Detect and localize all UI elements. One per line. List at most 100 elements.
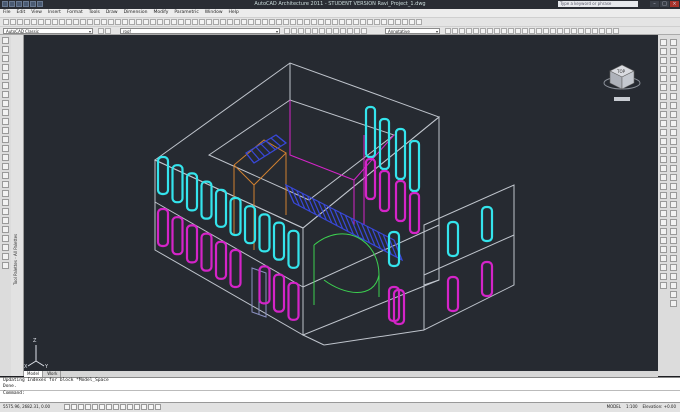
standard-tool-icon[interactable] (122, 19, 128, 25)
standard-tool-icon[interactable] (255, 19, 261, 25)
style-tool-icon[interactable] (550, 28, 556, 34)
standard-tool-icon[interactable] (213, 19, 219, 25)
draw-tool-icon[interactable] (2, 181, 9, 188)
draw-tool-icon[interactable] (2, 100, 9, 107)
style-tool-icon[interactable] (578, 28, 584, 34)
standard-tool-icon[interactable] (325, 19, 331, 25)
standard-tool-icon[interactable] (297, 19, 303, 25)
style-tool-icon[interactable] (599, 28, 605, 34)
view-tool-icon[interactable] (670, 138, 677, 145)
standard-tool-icon[interactable] (66, 19, 72, 25)
workspace-tool-icon[interactable] (105, 28, 111, 34)
standard-tool-icon[interactable] (87, 19, 93, 25)
view-tool-icon[interactable] (670, 264, 677, 271)
style-tool-icon[interactable] (606, 28, 612, 34)
draw-tool-icon[interactable] (2, 109, 9, 116)
layer-tool-icon[interactable] (354, 28, 360, 34)
draw-tool-icon[interactable] (2, 262, 9, 269)
layer-tool-icon[interactable] (305, 28, 311, 34)
draw-tool-icon[interactable] (2, 154, 9, 161)
style-tool-icon[interactable] (452, 28, 458, 34)
standard-tool-icon[interactable] (220, 19, 226, 25)
style-tool-icon[interactable] (536, 28, 542, 34)
view-tool-icon[interactable] (670, 111, 677, 118)
standard-tool-icon[interactable] (52, 19, 58, 25)
style-tool-icon[interactable] (592, 28, 598, 34)
drafting-setting-tool-icon[interactable] (64, 404, 70, 410)
command-input[interactable]: Command: (0, 390, 680, 397)
modify-tool-icon[interactable] (660, 174, 667, 181)
standard-tool-icon[interactable] (157, 19, 163, 25)
draw-tool-icon[interactable] (2, 199, 9, 206)
draw-tool-icon[interactable] (2, 136, 9, 143)
view-tool-icon[interactable] (670, 291, 677, 298)
standard-tool-icon[interactable] (31, 19, 37, 25)
layer-tool-icon[interactable] (291, 28, 297, 34)
menu-parametric[interactable]: Parametric (171, 9, 201, 17)
modify-tool-icon[interactable] (660, 57, 667, 64)
style-tool-icon[interactable] (466, 28, 472, 34)
drafting-setting-tool-icon[interactable] (141, 404, 147, 410)
draw-tool-icon[interactable] (2, 172, 9, 179)
menu-draw[interactable]: Draw (103, 9, 121, 17)
view-tool-icon[interactable] (670, 192, 677, 199)
modify-tool-icon[interactable] (660, 237, 667, 244)
standard-tool-icon[interactable] (290, 19, 296, 25)
standard-tool-icon[interactable] (199, 19, 205, 25)
standard-tool-icon[interactable] (129, 19, 135, 25)
view-cube-icon[interactable]: TOP (603, 64, 641, 101)
standard-tool-icon[interactable] (381, 19, 387, 25)
layer-tool-icon[interactable] (326, 28, 332, 34)
search-input[interactable]: Type a keyword or phrase (558, 1, 638, 7)
view-tool-icon[interactable] (670, 228, 677, 235)
view-tool-icon[interactable] (670, 246, 677, 253)
modify-tool-icon[interactable] (660, 39, 667, 46)
menu-view[interactable]: View (28, 9, 45, 17)
standard-tool-icon[interactable] (262, 19, 268, 25)
standard-tool-icon[interactable] (374, 19, 380, 25)
draw-tool-icon[interactable] (2, 244, 9, 251)
draw-tool-icon[interactable] (2, 73, 9, 80)
layer-select[interactable]: roof (120, 28, 280, 34)
standard-tool-icon[interactable] (17, 19, 23, 25)
modify-tool-icon[interactable] (660, 219, 667, 226)
menu-help[interactable]: Help (226, 9, 242, 17)
style-tool-icon[interactable] (571, 28, 577, 34)
standard-tool-icon[interactable] (94, 19, 100, 25)
tool-palettes[interactable]: Tool Palettes - All Palettes (11, 35, 24, 376)
draw-tool-icon[interactable] (2, 190, 9, 197)
drafting-setting-tool-icon[interactable] (92, 404, 98, 410)
view-tool-icon[interactable] (670, 174, 677, 181)
draw-tool-icon[interactable] (2, 226, 9, 233)
view-tool-icon[interactable] (670, 300, 677, 307)
standard-tool-icon[interactable] (367, 19, 373, 25)
standard-tool-icon[interactable] (339, 19, 345, 25)
view-tool-icon[interactable] (670, 39, 677, 46)
draw-tool-icon[interactable] (2, 46, 9, 53)
standard-tool-icon[interactable] (332, 19, 338, 25)
workspace-select[interactable]: AutoCAD Classic (3, 28, 93, 34)
drafting-setting-tool-icon[interactable] (120, 404, 126, 410)
view-tool-icon[interactable] (670, 93, 677, 100)
view-tool-icon[interactable] (670, 75, 677, 82)
standard-tool-icon[interactable] (3, 19, 9, 25)
minimize-button[interactable]: – (650, 1, 659, 7)
annotation-scale-status[interactable]: 1:100 (626, 403, 638, 411)
standard-tool-icon[interactable] (234, 19, 240, 25)
style-tool-icon[interactable] (557, 28, 563, 34)
standard-tool-icon[interactable] (346, 19, 352, 25)
modify-tool-icon[interactable] (660, 48, 667, 55)
standard-tool-icon[interactable] (101, 19, 107, 25)
modify-tool-icon[interactable] (660, 282, 667, 289)
standard-tool-icon[interactable] (150, 19, 156, 25)
draw-tool-icon[interactable] (2, 55, 9, 62)
standard-tool-icon[interactable] (178, 19, 184, 25)
standard-tool-icon[interactable] (24, 19, 30, 25)
model-toggle[interactable]: MODEL (607, 403, 621, 411)
standard-tool-icon[interactable] (192, 19, 198, 25)
modify-tool-icon[interactable] (660, 66, 667, 73)
layer-tool-icon[interactable] (347, 28, 353, 34)
layer-tool-icon[interactable] (312, 28, 318, 34)
style-tool-icon[interactable] (501, 28, 507, 34)
modify-tool-icon[interactable] (660, 264, 667, 271)
